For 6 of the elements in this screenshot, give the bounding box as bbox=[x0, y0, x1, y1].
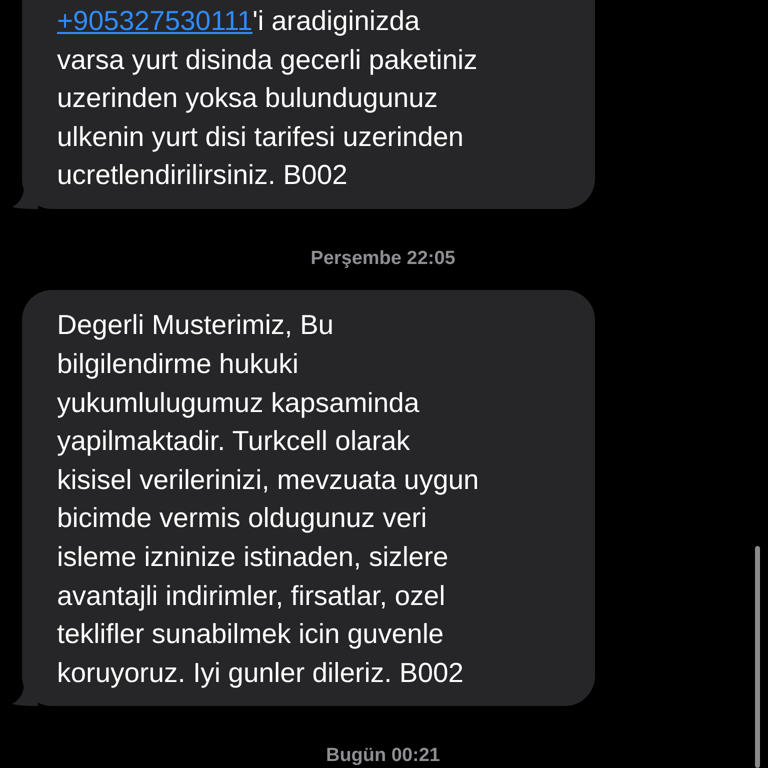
scroll-bar[interactable] bbox=[755, 546, 760, 768]
timestamp: Perşembe 22:05 bbox=[310, 248, 456, 269]
message-text: Degerli Musterimiz, Bu bilgilendirme hukuki yukumlulugumuz kapsaminda yapilmaktadir. Turkcell olarak kisisel verilerinizi, mevzuata uygun bicimde vermis oldugunuz veri isleme izninize istinaden, sizlere avantajli indirimler, firsatlar, ozel teklifler sunabilmek icin guvenle koruyoruz. Iyi gunler dileriz. B002 bbox=[57, 308, 480, 690]
phone-link[interactable]: +905327530111 bbox=[57, 5, 253, 36]
message-text: +905327530111'i aradiginizda varsa yurt disinda gecerli paketiniz uzerinden yoksa bulundugunuz ulkenin yurt disi tarifesi uzerinden ucretlendirilirsiniz. B002 bbox=[57, 4, 478, 192]
timestamp: Bugün 00:21 bbox=[326, 745, 440, 766]
